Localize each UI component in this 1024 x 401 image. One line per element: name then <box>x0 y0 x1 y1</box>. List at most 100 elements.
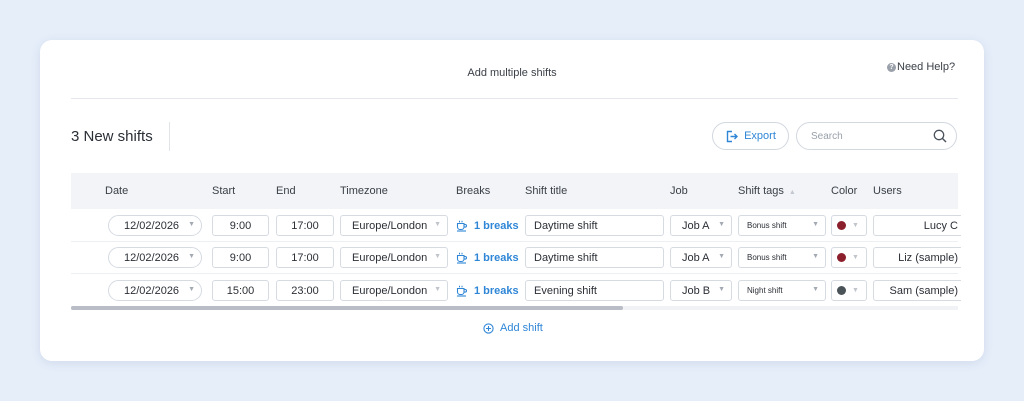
date-value: 12/02/2026 <box>124 251 180 264</box>
caret-down-icon: ▼ <box>188 286 195 293</box>
color-swatch <box>837 253 846 262</box>
date-picker[interactable]: 12/02/2026 ▼ <box>108 215 202 236</box>
column-shift-tags[interactable]: Shift tags ▲ <box>738 185 796 197</box>
color-swatch <box>837 286 846 295</box>
need-help-link[interactable]: ? Need Help? <box>887 61 955 73</box>
user-select[interactable]: Liz (sample) <box>873 247 961 268</box>
coffee-break-icon <box>456 252 467 264</box>
job-select[interactable]: Job A ▼ <box>670 247 732 268</box>
timezone-select[interactable]: Europe/London ▼ <box>340 247 448 268</box>
column-breaks[interactable]: Breaks <box>456 185 490 197</box>
color-select[interactable]: ▼ <box>831 247 867 268</box>
caret-down-icon: ▼ <box>852 254 859 261</box>
user-select[interactable]: Sam (sample) <box>873 280 961 301</box>
color-select[interactable]: ▼ <box>831 215 867 236</box>
export-label: Export <box>744 130 776 142</box>
breaks-link[interactable]: 1 breaks <box>456 249 519 267</box>
header-divider <box>71 98 958 99</box>
add-shift-label: Add shift <box>500 322 543 334</box>
caret-down-icon: ▼ <box>852 287 859 294</box>
timezone-select[interactable]: Europe/London ▼ <box>340 215 448 236</box>
caret-down-icon: ▼ <box>434 253 441 260</box>
breaks-link[interactable]: 1 breaks <box>456 217 519 235</box>
table-row: 12/02/2026 ▼ 9:00 17:00 Europe/London ▼ 1 brea… <box>71 242 961 274</box>
caret-down-icon: ▼ <box>718 221 725 228</box>
date-value: 12/02/2026 <box>124 219 180 232</box>
column-end[interactable]: End <box>276 185 296 197</box>
column-date[interactable]: Date <box>105 185 128 197</box>
search-input[interactable] <box>811 130 933 142</box>
job-value: Job B <box>682 284 711 297</box>
shift-tag-value: Bonus shift <box>747 253 787 262</box>
column-users[interactable]: Users <box>873 185 902 197</box>
start-time-input[interactable]: 9:00 <box>212 215 269 236</box>
coffee-break-icon <box>456 220 467 232</box>
count-divider <box>169 122 170 151</box>
add-shifts-modal: Add multiple shifts ? Need Help? 3 New s… <box>40 40 984 361</box>
column-color[interactable]: Color <box>831 185 857 197</box>
timezone-value: Europe/London <box>352 251 428 264</box>
plus-circle-icon <box>483 322 494 334</box>
timezone-value: Europe/London <box>352 219 428 232</box>
horizontal-scrollbar[interactable] <box>71 306 623 310</box>
date-value: 12/02/2026 <box>124 284 180 297</box>
caret-down-icon: ▼ <box>812 221 819 228</box>
timezone-select[interactable]: Europe/London ▼ <box>340 280 448 301</box>
color-swatch <box>837 221 846 230</box>
table-row: 12/02/2026 ▼ 9:00 17:00 Europe/London ▼ 1 brea… <box>71 210 961 242</box>
column-shift-title[interactable]: Shift title <box>525 185 567 197</box>
color-select[interactable]: ▼ <box>831 280 867 301</box>
add-shift-button[interactable]: Add shift <box>483 322 543 334</box>
caret-down-icon: ▼ <box>188 221 195 228</box>
shift-tags-select[interactable]: Bonus shift ▼ <box>738 215 826 236</box>
shift-tags-select[interactable]: Night shift ▼ <box>738 280 826 301</box>
breaks-label: 1 breaks <box>474 252 519 264</box>
column-job[interactable]: Job <box>670 185 688 197</box>
shift-tags-select[interactable]: Bonus shift ▼ <box>738 247 826 268</box>
modal-title: Add multiple shifts <box>467 67 557 79</box>
column-timezone[interactable]: Timezone <box>340 185 388 197</box>
shift-tag-value: Bonus shift <box>747 221 787 230</box>
date-picker[interactable]: 12/02/2026 ▼ <box>108 247 202 268</box>
caret-down-icon: ▼ <box>188 253 195 260</box>
shift-title-input[interactable]: Evening shift <box>525 280 664 301</box>
shift-title-input[interactable]: Daytime shift <box>525 215 664 236</box>
sort-arrow-icon: ▲ <box>788 189 796 196</box>
table-row: 12/02/2026 ▼ 15:00 23:00 Europe/London ▼ 1 bre… <box>71 275 961 307</box>
shift-title-input[interactable]: Daytime shift <box>525 247 664 268</box>
date-picker[interactable]: 12/02/2026 ▼ <box>108 280 202 301</box>
table-header: Date Start End Timezone Breaks Shift tit… <box>71 173 958 209</box>
job-select[interactable]: Job B ▼ <box>670 280 732 301</box>
breaks-label: 1 breaks <box>474 285 519 297</box>
start-time-input[interactable]: 15:00 <box>212 280 269 301</box>
job-value: Job A <box>682 251 710 264</box>
caret-down-icon: ▼ <box>812 286 819 293</box>
job-value: Job A <box>682 219 710 232</box>
need-help-label: Need Help? <box>897 61 956 73</box>
help-circle-icon: ? <box>887 62 896 72</box>
column-shift-tags-label: Shift tags <box>738 185 784 197</box>
end-time-input[interactable]: 17:00 <box>276 247 334 268</box>
caret-down-icon: ▼ <box>434 221 441 228</box>
search-box[interactable] <box>796 122 957 150</box>
start-time-input[interactable]: 9:00 <box>212 247 269 268</box>
export-button[interactable]: Export <box>712 122 789 150</box>
end-time-input[interactable]: 23:00 <box>276 280 334 301</box>
search-icon[interactable] <box>933 129 947 143</box>
caret-down-icon: ▼ <box>434 286 441 293</box>
shift-tag-value: Night shift <box>747 286 783 295</box>
end-time-input[interactable]: 17:00 <box>276 215 334 236</box>
new-shifts-count: 3 New shifts <box>71 128 153 145</box>
breaks-label: 1 breaks <box>474 220 519 232</box>
caret-down-icon: ▼ <box>718 286 725 293</box>
breaks-link[interactable]: 1 breaks <box>456 282 519 300</box>
caret-down-icon: ▼ <box>718 253 725 260</box>
user-select[interactable]: Lucy C <box>873 215 961 236</box>
job-select[interactable]: Job A ▼ <box>670 215 732 236</box>
coffee-break-icon <box>456 285 467 297</box>
caret-down-icon: ▼ <box>852 222 859 229</box>
caret-down-icon: ▼ <box>812 253 819 260</box>
timezone-value: Europe/London <box>352 284 428 297</box>
export-icon <box>726 130 739 142</box>
column-start[interactable]: Start <box>212 185 235 197</box>
